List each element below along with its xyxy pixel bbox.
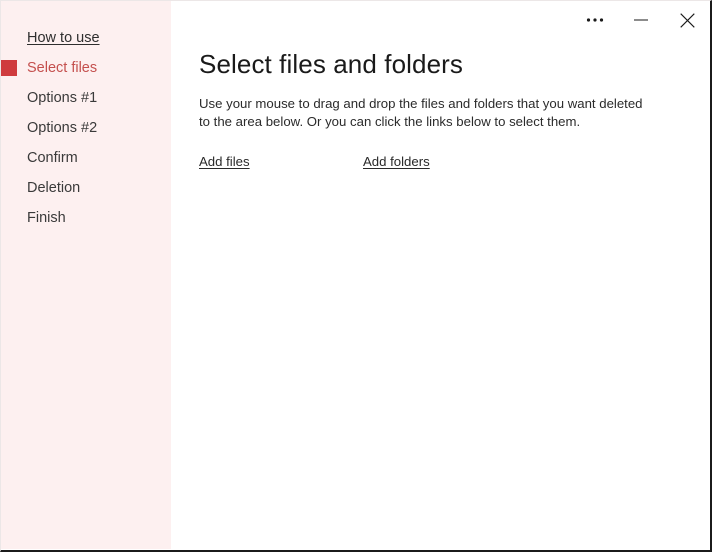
sidebar-item-options-2[interactable]: Options #2: [1, 113, 171, 143]
add-files-link[interactable]: Add files: [199, 154, 250, 169]
sidebar-item-how-to-use[interactable]: How to use: [1, 23, 171, 53]
sidebar-item-label: Select files: [27, 60, 98, 76]
window-controls: [572, 1, 710, 39]
active-step-marker-icon: [1, 60, 17, 76]
sidebar-item-deletion[interactable]: Deletion: [1, 173, 171, 203]
main-content: Select files and folders Use your mouse …: [171, 1, 710, 550]
minimize-button[interactable]: [618, 3, 664, 37]
close-icon: [679, 12, 695, 28]
sidebar-item-label: Deletion: [27, 180, 81, 196]
page-description: Use your mouse to drag and drop the file…: [199, 96, 643, 129]
sidebar-item-options-1[interactable]: Options #1: [1, 83, 171, 113]
sidebar-nav: How to use Select files Options #1 Optio…: [1, 23, 171, 233]
more-options-button[interactable]: [572, 3, 618, 37]
sidebar-item-label: How to use: [27, 30, 100, 46]
add-folders-link[interactable]: Add folders: [363, 154, 430, 169]
app-window: How to use Select files Options #1 Optio…: [0, 0, 712, 552]
sidebar-item-finish[interactable]: Finish: [1, 203, 171, 233]
sidebar: How to use Select files Options #1 Optio…: [1, 1, 171, 549]
minimize-icon: [634, 19, 648, 21]
footer-actions: Delete now Next: [171, 480, 710, 550]
sidebar-item-confirm[interactable]: Confirm: [1, 143, 171, 173]
sidebar-item-label: Finish: [27, 210, 66, 226]
sidebar-item-label: Options #1: [27, 90, 98, 106]
sidebar-item-label: Options #2: [27, 120, 98, 136]
sidebar-item-select-files[interactable]: Select files: [1, 53, 171, 83]
ellipsis-icon: [586, 18, 604, 22]
sidebar-item-label: Confirm: [27, 150, 78, 166]
close-button[interactable]: [664, 3, 710, 37]
page-title: Select files and folders: [199, 49, 463, 79]
